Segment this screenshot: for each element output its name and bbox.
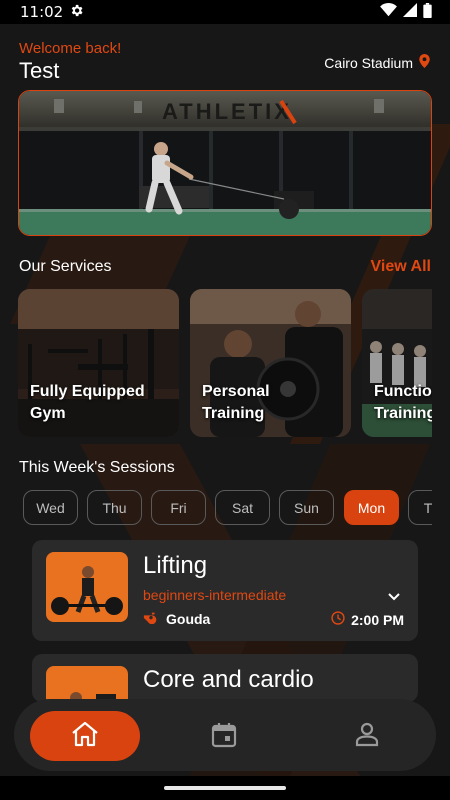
service-card-personal-training[interactable]: Personal Training: [190, 289, 351, 437]
session-card-lifting[interactable]: Lifting beginners-intermediate Gouda 2:0…: [32, 540, 418, 641]
day-pill-tue[interactable]: Tue: [408, 490, 432, 525]
battery-icon: [423, 2, 432, 22]
location-label: Cairo Stadium: [324, 54, 413, 71]
day-pill-wed[interactable]: Wed: [23, 490, 78, 525]
session-coach: Gouda: [143, 611, 210, 627]
session-title: Core and cardio: [143, 666, 314, 693]
services-carousel[interactable]: Fully Equipped Gym Personal Training Fun…: [18, 289, 432, 437]
service-label: Functional Training: [374, 383, 432, 422]
session-thumbnail: [46, 552, 128, 622]
session-thumbnail: [46, 666, 128, 702]
wifi-icon: [380, 3, 397, 21]
hero-banner[interactable]: ATHLETIX: [18, 90, 432, 236]
day-pill-sat[interactable]: Sat: [215, 490, 270, 525]
services-title: Our Services: [19, 258, 112, 275]
location-selector[interactable]: Cairo Stadium: [324, 54, 430, 71]
home-icon: [70, 721, 100, 752]
session-time-value: 2:00 PM: [351, 611, 404, 628]
chevron-down-icon[interactable]: [388, 588, 400, 606]
view-all-services-link[interactable]: View All: [371, 258, 431, 276]
day-pill-thu[interactable]: Thu: [87, 490, 142, 525]
calendar-icon: [210, 723, 238, 753]
status-time: 11:02: [20, 3, 64, 21]
session-time: 2:00 PM: [331, 611, 404, 628]
home-gesture-handle[interactable]: [164, 786, 286, 790]
welcome-text: Welcome back!: [19, 40, 122, 57]
day-pill-fri[interactable]: Fri: [151, 490, 206, 525]
session-level: beginners-intermediate: [143, 587, 287, 603]
bottom-navigation: [14, 699, 436, 771]
home-screen: Welcome back! Test Cairo Stadium ATHLETI…: [0, 24, 450, 776]
gesture-bar: [0, 776, 450, 800]
day-pill-mon[interactable]: Mon: [344, 490, 399, 525]
nav-home-button[interactable]: [30, 711, 140, 761]
clock-icon: [331, 611, 345, 628]
session-card-core-cardio[interactable]: Core and cardio: [32, 654, 418, 702]
status-bar: 11:02: [0, 0, 450, 24]
settings-gear-icon: [69, 3, 84, 22]
nav-profile-button[interactable]: [354, 721, 380, 752]
session-title: Lifting: [143, 552, 208, 579]
service-label: Fully Equipped Gym: [30, 383, 145, 422]
service-label: Personal Training: [202, 383, 270, 422]
day-pill-sun[interactable]: Sun: [279, 490, 334, 525]
profile-icon: [354, 722, 380, 751]
nav-calendar-button[interactable]: [210, 721, 238, 754]
hero-sign-text: ATHLETIX: [162, 99, 292, 124]
username: Test: [19, 58, 60, 83]
service-card-gym[interactable]: Fully Equipped Gym: [18, 289, 179, 437]
location-pin-icon: [419, 54, 430, 71]
coach-name: Gouda: [166, 611, 211, 627]
day-selector[interactable]: Wed Thu Fri Sat Sun Mon Tue: [23, 490, 432, 526]
whistle-icon: [143, 611, 159, 627]
service-card-functional-training[interactable]: Functional Training: [362, 289, 432, 437]
hero-image: ATHLETIX: [19, 91, 431, 235]
cell-signal-icon: [403, 3, 417, 21]
sessions-title: This Week's Sessions: [19, 459, 175, 476]
